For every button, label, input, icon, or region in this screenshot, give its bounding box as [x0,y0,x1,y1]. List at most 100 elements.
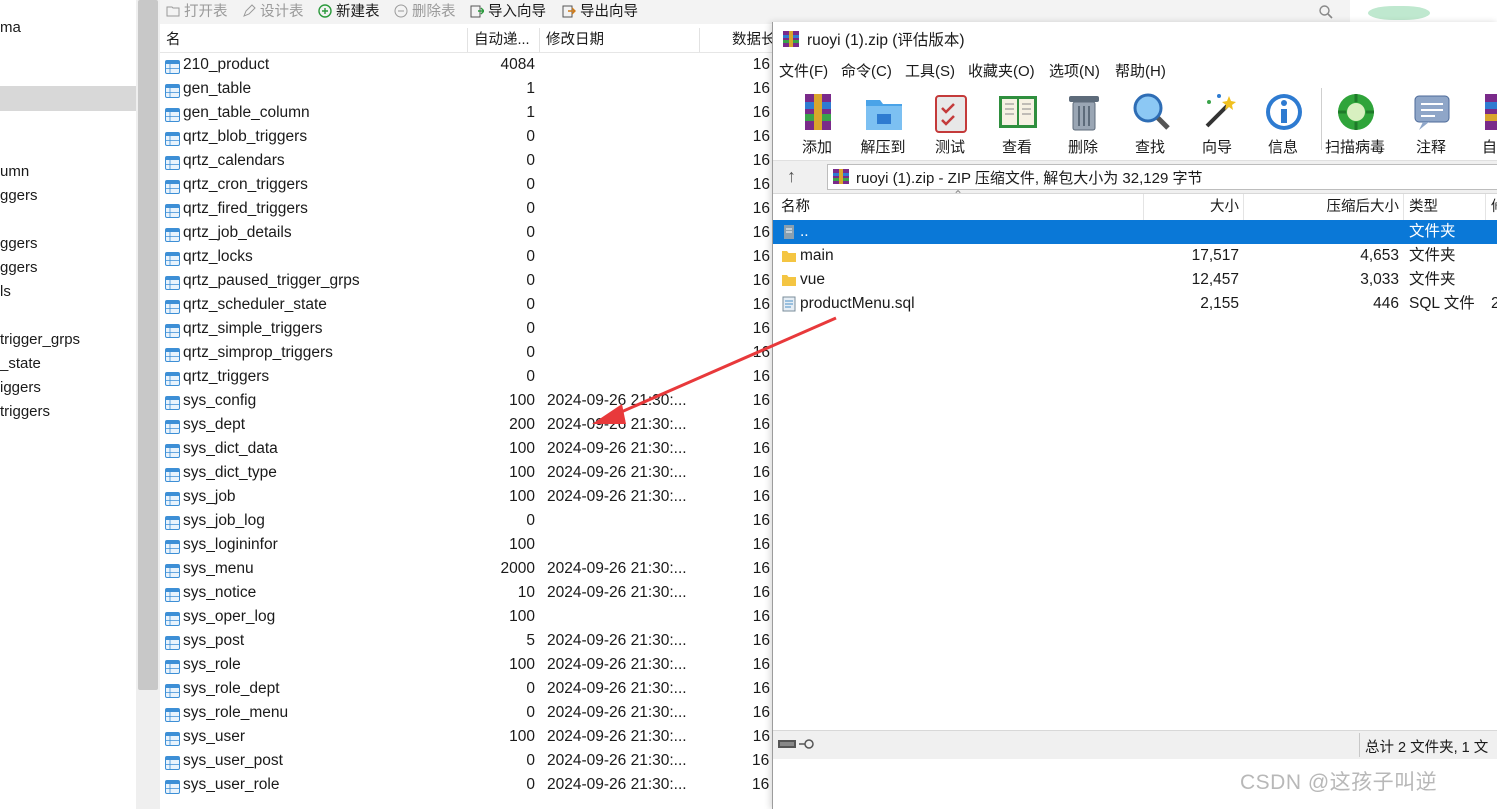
data-length: 16 [752,272,770,289]
file-name: vue [800,271,825,288]
toolbar-button[interactable]: 扫描病毒 [1323,88,1387,156]
tree-item[interactable]: triggers [0,400,50,424]
table-icon [165,442,180,458]
auto-increment-value: 2000 [500,560,535,577]
data-length: 16 [752,176,770,193]
tree-item[interactable]: ls [0,280,11,304]
table-name: sys_job_log [183,512,265,529]
find-icon [1130,90,1172,134]
menu-item[interactable]: 选项(N) [1049,60,1100,81]
winrar-app-icon [783,31,799,47]
table-name: qrtz_locks [183,248,253,265]
data-length: 16 [752,128,770,145]
file-row[interactable]: productMenu.sql 2,155 446 SQL 文件 2 [773,292,1497,316]
col-separator[interactable] [1403,194,1404,220]
toolbar-button[interactable]: 删除 [1051,88,1115,156]
tree-scrollbar[interactable] [136,0,160,809]
toolbar-button[interactable]: 添加 [785,88,849,156]
toolbar-button[interactable]: 自解 [1465,88,1497,156]
file-name: productMenu.sql [800,295,915,312]
tree-item[interactable]: ggers [0,184,38,208]
file-type: 文件夹 [1409,223,1456,240]
up-arrow-icon[interactable]: ↑ [787,166,796,187]
tree-item[interactable]: iggers [0,376,41,400]
import-wizard-button[interactable]: 导入向导 [470,2,546,22]
toolbar-button[interactable]: 解压到 [851,88,915,156]
col-separator[interactable] [1143,194,1144,220]
toolbar-button[interactable]: 查找 [1118,88,1182,156]
object-tree-panel: ma umn ggers ggers ggers ls trigger_grps _state… [0,0,136,809]
table-name: qrtz_calendars [183,152,285,169]
modified-date: 2024-09-26 21:30:... [547,752,687,769]
table-icon [165,154,180,170]
address-field[interactable]: ruoyi (1).zip - ZIP 压缩文件, 解包大小为 32,129 字… [827,164,1497,190]
toolbar-button[interactable]: 查看 [985,88,1049,156]
auto-increment-value: 0 [526,368,535,385]
file-row[interactable]: vue 12,457 3,033 文件夹 [773,268,1497,292]
table-name: sys_logininfor [183,536,278,553]
auto-increment-value: 1 [526,80,535,97]
tree-item[interactable]: ma [0,16,21,40]
design-table-button[interactable]: 设计表 [242,2,304,22]
modified-date: 2024-09-26 21:30:... [547,440,687,457]
col-header-type[interactable]: 类型 [1409,196,1438,218]
toolbar-button[interactable]: 信息 [1251,88,1315,156]
toolbar-button-label: 自解 [1481,139,1497,156]
table-toolbar: 打开表 设计表 新建表 删除表 导入向导 导出向导 [160,0,1350,24]
col-header-size[interactable]: 大小 [1193,196,1239,218]
menu-item[interactable]: 收藏夹(O) [968,60,1035,81]
table-name: sys_role_menu [183,704,289,721]
auto-increment-value: 0 [526,176,535,193]
toolbar-button-label: 查看 [1001,139,1032,156]
tree-item[interactable]: trigger_grps [0,328,80,352]
sfx-icon [1477,90,1497,134]
delete-icon [1063,90,1105,134]
col-header-modified[interactable]: 修 [1491,196,1497,218]
file-row[interactable]: main 17,517 4,653 文件夹 [773,244,1497,268]
tree-item[interactable]: ggers [0,256,38,280]
table-name: 210_product [183,56,270,73]
auto-increment-value: 5 [526,632,535,649]
table-name: sys_job [183,488,236,505]
menu-item[interactable]: 命令(C) [841,60,892,81]
table-name: gen_table_column [183,104,310,121]
winrar-titlebar[interactable]: ruoyi (1).zip (评估版本) [773,22,1497,56]
col-header-name[interactable]: 名称 [781,196,810,218]
toolbar-button-label: 删除 [1067,139,1098,156]
modified-date: 2024-09-26 21:30:... [547,656,687,673]
file-size: 17,517 [1191,247,1239,264]
tree-scrollbar-thumb[interactable] [138,0,158,690]
modified-date: 2024-09-26 21:30:... [547,488,687,505]
auto-increment-value: 1 [526,104,535,121]
tree-item[interactable]: _state [0,352,41,376]
winrar-toolbar: 添加 解压到 测试 查看 删除 查找 向导 信息 扫描病毒 注释 自解 [773,84,1497,158]
col-header-packed-size[interactable]: 压缩后大小 [1313,196,1400,218]
column-header-name[interactable]: 名 [160,28,468,52]
delete-table-button[interactable]: 删除表 [394,2,456,22]
export-wizard-button[interactable]: 导出向导 [562,2,638,22]
menu-item[interactable]: 文件(F) [779,60,828,81]
toolbar-button[interactable]: 注释 [1399,88,1463,156]
menu-item[interactable]: 帮助(H) [1115,60,1166,81]
data-length: 16 [752,656,770,673]
tree-item[interactable]: ggers [0,232,38,256]
tree-selected-row[interactable] [0,86,136,111]
tree-item[interactable]: umn [0,160,29,184]
auto-increment-value: 0 [526,680,535,697]
modified-date: 2024-09-26 21:30:... [547,584,687,601]
table-icon [165,778,180,794]
column-header-auto-increment[interactable]: 自动递... [468,28,540,52]
menu-item[interactable]: 工具(S) [905,60,955,81]
open-table-button[interactable]: 打开表 [166,2,228,22]
col-separator[interactable] [1243,194,1244,220]
file-row[interactable]: .. 文件夹 [773,220,1497,244]
col-separator[interactable] [1485,194,1486,220]
toolbar-button[interactable]: 测试 [918,88,982,156]
data-length: 16 [752,464,770,481]
table-name: sys_menu [183,560,254,577]
column-header-modified-date[interactable]: 修改日期 [540,28,700,52]
toolbar-button[interactable]: 向导 [1185,88,1249,156]
search-icon[interactable] [1318,4,1334,20]
table-icon [165,706,180,722]
new-table-button[interactable]: 新建表 [318,2,380,22]
